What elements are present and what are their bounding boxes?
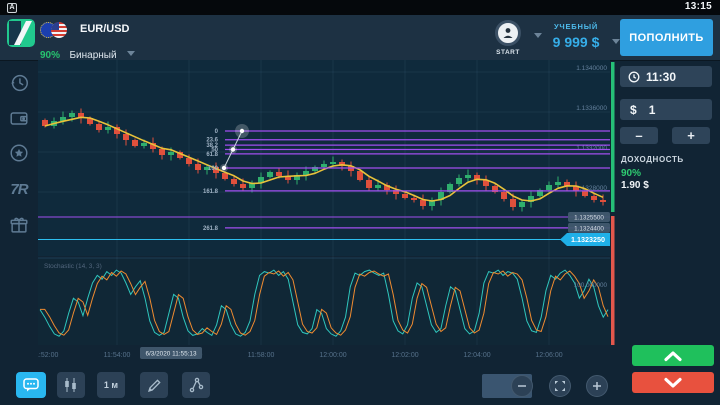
indicators-button[interactable] [182, 372, 210, 398]
candlestick-icon [63, 377, 79, 393]
svg-text:12:06:00: 12:06:00 [535, 352, 562, 359]
balance-type-label: УЧЕБНЫЙ [540, 22, 612, 31]
amount-value: 1 [649, 103, 656, 117]
svg-text:100: 100 [208, 166, 219, 172]
os-top-bar: A 13:15 [0, 0, 720, 15]
chart-type-button[interactable] [57, 372, 85, 398]
svg-text:11:52:00: 11:52:00 [38, 352, 58, 359]
app-badge-icon: A [7, 3, 17, 13]
profit-percent: 90% [621, 168, 641, 179]
svg-text:12:00:00: 12:00:00 [319, 352, 346, 359]
trading-app: A 13:15 EUR/USD 90% Бинарный [0, 0, 720, 405]
broker-logo-icon [7, 19, 35, 47]
chevron-up-icon [664, 350, 682, 362]
svg-text:161.8: 161.8 [203, 189, 219, 195]
amount-currency: $ [630, 103, 637, 117]
start-avatar-icon [495, 20, 521, 46]
star-badge-icon [8, 142, 30, 164]
minus-icon [517, 381, 527, 391]
expand-arrows-icon [554, 380, 566, 392]
clock-icon [628, 71, 640, 83]
svg-text:12:04:00: 12:04:00 [463, 352, 490, 359]
tournaments-7r-icon: 7R [10, 181, 27, 198]
timeframe-button[interactable]: 1 м [97, 372, 125, 398]
asset-flags [40, 22, 74, 39]
bottom-toolbar: 1 м [0, 368, 720, 405]
fit-screen-button[interactable] [549, 375, 571, 397]
svg-text:1.1332000: 1.1332000 [576, 145, 607, 152]
sidebar-item-gifts[interactable] [6, 212, 32, 238]
svg-text:6/3/2020 11:55:13: 6/3/2020 11:55:13 [145, 351, 196, 358]
balance-amount: 9 999 $ [540, 34, 612, 50]
chat-bubble-icon [23, 378, 39, 392]
chevron-down-icon [612, 39, 620, 44]
sidebar-item-wallet[interactable] [6, 105, 32, 131]
pencil-icon [147, 378, 162, 393]
plus-icon [592, 381, 602, 391]
header: EUR/USD 90% Бинарный START УЧЕБНЫЙ 9 999… [0, 15, 720, 60]
expiration-time-value: 11:30 [646, 70, 676, 84]
drawing-tools-button[interactable] [140, 372, 168, 398]
trade-panel: 11:30 $ 1 – + ДОХОДНОСТЬ 90% 1.90 $ [616, 60, 720, 368]
profit-amount: 1.90 $ [621, 180, 649, 191]
svg-text:1.1336000: 1.1336000 [576, 105, 607, 112]
svg-text:1.1325500: 1.1325500 [574, 215, 604, 222]
svg-text:12:02:00: 12:02:00 [391, 352, 418, 359]
gift-icon [8, 214, 30, 236]
balance-selector[interactable]: УЧЕБНЫЙ 9 999 $ [540, 22, 612, 58]
zoom-in-button[interactable] [586, 375, 608, 397]
svg-text:11:54:00: 11:54:00 [104, 352, 131, 359]
start-label: START [490, 49, 526, 56]
sidebar-item-achievements[interactable] [6, 140, 32, 166]
wallet-icon [8, 107, 30, 129]
amount-decrease-button[interactable]: – [620, 127, 658, 144]
svg-text:11:58:00: 11:58:00 [248, 352, 275, 359]
sidebar-item-tournaments[interactable]: 7R [6, 176, 32, 202]
usd-flag-icon [51, 22, 67, 38]
profit-label: ДОХОДНОСТЬ [621, 155, 684, 164]
sidebar-item-history[interactable] [6, 70, 32, 96]
call-up-button[interactable] [632, 345, 714, 366]
expiration-time-field[interactable]: 11:30 [620, 66, 712, 87]
svg-text:Stochastic (14, 3, 3): Stochastic (14, 3, 3) [44, 263, 102, 270]
amount-increase-button[interactable]: + [672, 127, 710, 144]
indicators-fork-icon [188, 377, 204, 393]
system-clock: 13:15 [685, 1, 712, 12]
svg-text:61.8: 61.8 [206, 152, 218, 158]
svg-text:1.1324400: 1.1324400 [574, 225, 604, 232]
zoom-out-button[interactable] [511, 375, 533, 397]
left-sidebar: 7R [0, 60, 38, 360]
history-clock-icon [8, 72, 30, 94]
svg-text:100.000000: 100.000000 [574, 282, 608, 289]
svg-text:261.8: 261.8 [203, 226, 219, 232]
asset-pair-label: EUR/USD [80, 23, 130, 35]
amount-field[interactable]: $ 1 [620, 99, 712, 120]
broker-logo[interactable] [7, 19, 35, 47]
svg-text:1.1323250: 1.1323250 [571, 235, 605, 244]
chevron-down-icon [127, 51, 135, 56]
deposit-button[interactable]: ПОПОЛНИТЬ [620, 19, 713, 56]
chat-button[interactable] [16, 372, 46, 398]
svg-text:1.1340000: 1.1340000 [576, 65, 607, 72]
start-menu-button[interactable]: START [490, 20, 536, 58]
price-chart[interactable]: 1.13400001.13360001.13320001.1328000023.… [38, 60, 616, 363]
